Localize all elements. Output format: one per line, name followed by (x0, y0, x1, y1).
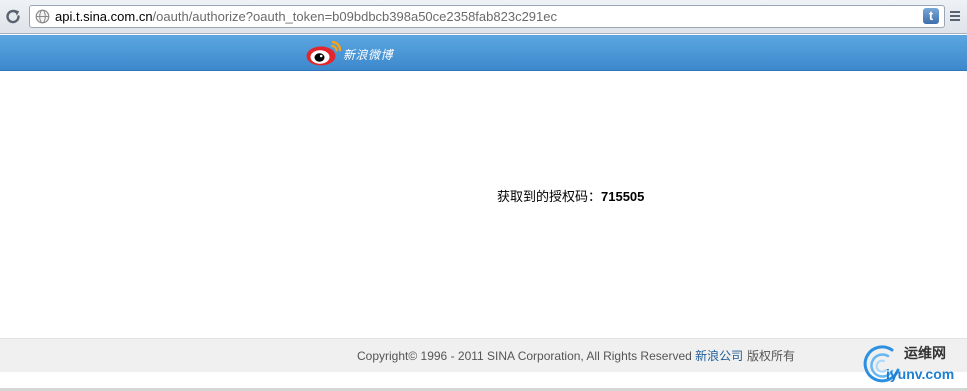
footer: Copyright© 1996 - 2011 SINA Corporation,… (0, 338, 967, 372)
copyright-text: Copyright© 1996 - 2011 SINA Corporation,… (357, 349, 696, 363)
main-content: 获取到的授权码：715505 (0, 71, 967, 338)
weibo-header: 新浪微博 (0, 35, 967, 71)
sina-company-link[interactable]: 新浪公司 (695, 349, 743, 363)
url-text[interactable]: api.t.sina.com.cn/oauth/authorize?oauth_… (55, 9, 557, 25)
browser-toolbar: api.t.sina.com.cn/oauth/authorize?oauth_… (0, 0, 967, 34)
weibo-eye-logo-icon[interactable] (305, 39, 341, 67)
url-host: api.t.sina.com.cn (55, 9, 153, 24)
url-path: /oauth/authorize?oauth_token=b09bdbcb398… (152, 9, 557, 24)
watermark-cn-text: 运维网 (904, 346, 946, 362)
address-bar[interactable]: api.t.sina.com.cn/oauth/authorize?oauth_… (29, 5, 945, 28)
twitter-extension-icon[interactable]: t (923, 8, 939, 24)
weibo-logo-text: 新浪微博 (343, 48, 394, 62)
auth-code-label: 获取到的授权码： (497, 190, 602, 205)
auth-code-value: 715505 (601, 189, 645, 204)
watermark-en-text: iyunv.com (886, 366, 955, 382)
iyunv-watermark: 运维网 iyunv.com (862, 342, 967, 388)
menu-icon[interactable] (948, 8, 962, 24)
rights-text: 版权所有 (743, 349, 795, 363)
globe-icon (35, 9, 50, 24)
auth-code-line: 获取到的授权码：715505 (497, 189, 644, 206)
copyright-line: Copyright© 1996 - 2011 SINA Corporation,… (357, 349, 795, 363)
reload-icon[interactable] (4, 8, 22, 26)
